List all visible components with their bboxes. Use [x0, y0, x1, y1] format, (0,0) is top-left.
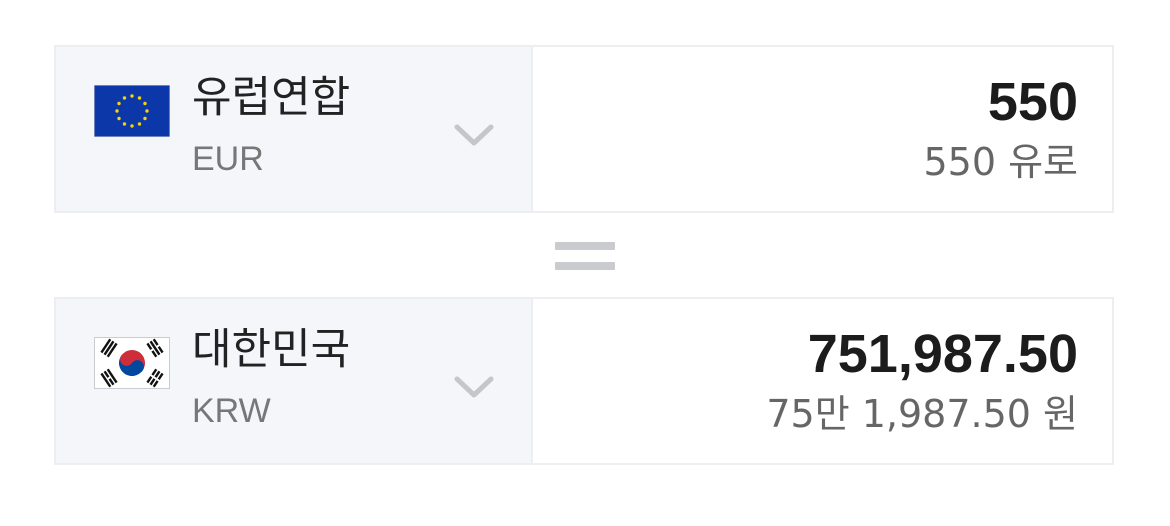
- chevron-down-icon[interactable]: [454, 123, 494, 147]
- from-currency-code: EUR: [192, 140, 264, 178]
- equals-bar-top: [555, 242, 615, 250]
- chevron-down-icon[interactable]: [454, 375, 494, 399]
- to-currency-card: 대한민국 KRW 751,987.50 75만 1,987.50 원: [54, 297, 1114, 465]
- from-amount-words: 550 유로: [923, 140, 1078, 184]
- from-country-name: 유럽연합: [192, 73, 351, 123]
- eu-star: [117, 101, 121, 106]
- eu-flag-icon: [94, 85, 170, 137]
- to-amount-output[interactable]: 751,987.50 75만 1,987.50 원: [533, 299, 1112, 463]
- eu-star: [143, 116, 147, 121]
- eu-star: [137, 122, 142, 126]
- eu-star: [145, 109, 149, 113]
- from-amount-input[interactable]: 550 550 유로: [533, 47, 1112, 211]
- from-currency-selector[interactable]: 유럽연합 EUR: [56, 47, 533, 211]
- eu-star: [143, 101, 147, 106]
- to-amount-value: 751,987.50: [807, 324, 1078, 384]
- from-currency-card: 유럽연합 EUR 550 550 유로: [54, 45, 1114, 213]
- eu-star: [115, 109, 119, 113]
- eu-star: [122, 96, 127, 100]
- to-currency-code: KRW: [192, 392, 271, 430]
- korea-flag-icon: [94, 337, 170, 389]
- to-amount-words: 75만 1,987.50 원: [766, 392, 1078, 436]
- eu-star: [122, 122, 127, 126]
- eu-star: [137, 96, 142, 100]
- equals-icon: [555, 242, 615, 272]
- to-currency-selector[interactable]: 대한민국 KRW: [56, 299, 533, 463]
- eu-star: [130, 124, 134, 128]
- eu-star: [130, 94, 134, 98]
- from-amount-value[interactable]: 550: [988, 75, 1078, 129]
- eu-star: [117, 116, 121, 121]
- equals-bar-bottom: [555, 262, 615, 270]
- to-country-name: 대한민국: [192, 325, 351, 375]
